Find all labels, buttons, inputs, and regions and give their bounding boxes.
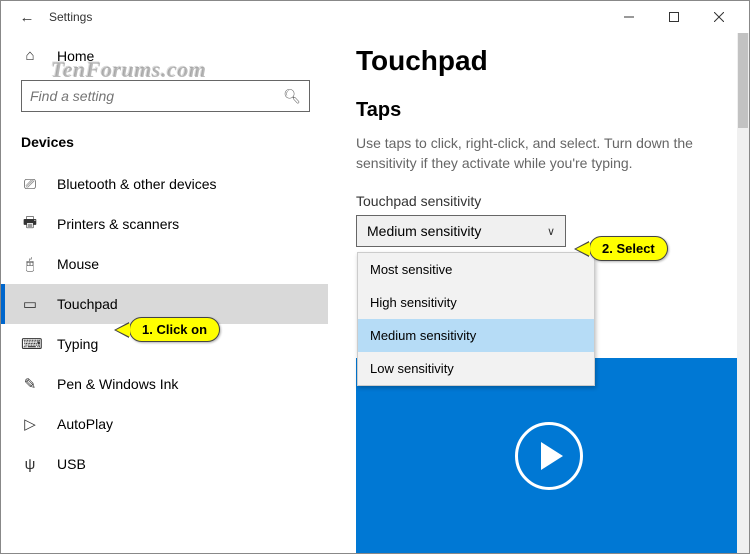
- sidebar-home[interactable]: ⌂ Home: [1, 39, 328, 72]
- close-button[interactable]: [696, 2, 741, 32]
- window-controls: [606, 2, 741, 32]
- callout-select: 2. Select: [589, 236, 668, 261]
- sidebar-item-label: Typing: [57, 336, 98, 352]
- bluetooth-icon: ⎚: [21, 176, 39, 193]
- back-button[interactable]: ←: [9, 9, 45, 26]
- touchpad-icon: ▭: [21, 295, 39, 313]
- sidebar-item-label: Mouse: [57, 256, 99, 272]
- page-title: Touchpad: [356, 45, 725, 77]
- video-thumbnail[interactable]: [356, 358, 741, 553]
- maximize-button[interactable]: [651, 2, 696, 32]
- sidebar-item-pen[interactable]: ✎ Pen & Windows Ink: [1, 364, 328, 404]
- scrollbar-thumb[interactable]: [738, 33, 748, 128]
- mouse-icon: 🖰︎: [21, 256, 39, 273]
- section-title-taps: Taps: [356, 99, 725, 122]
- sidebar-item-bluetooth[interactable]: ⎚ Bluetooth & other devices: [1, 164, 328, 204]
- sidebar-item-usb[interactable]: ψ USB: [1, 444, 328, 484]
- window-title: Settings: [49, 10, 92, 24]
- sidebar-item-label: Printers & scanners: [57, 216, 179, 232]
- sidebar-item-label: Pen & Windows Ink: [57, 376, 178, 392]
- sensitivity-dropdown[interactable]: Medium sensitivity ∨ Most sensitive High…: [356, 215, 566, 247]
- option-medium-sensitivity[interactable]: Medium sensitivity: [358, 319, 594, 352]
- sidebar-item-printers[interactable]: 🖶︎ Printers & scanners: [1, 204, 328, 244]
- home-icon: ⌂: [21, 47, 39, 64]
- play-icon: [541, 442, 563, 470]
- titlebar: ← Settings: [1, 1, 749, 33]
- callout-click-on: 1. Click on: [129, 317, 220, 342]
- sensitivity-label: Touchpad sensitivity: [356, 193, 725, 209]
- sidebar-item-mouse[interactable]: 🖰︎ Mouse: [1, 244, 328, 284]
- printer-icon: 🖶︎: [21, 212, 39, 237]
- sidebar-item-label: USB: [57, 456, 86, 472]
- option-high-sensitivity[interactable]: High sensitivity: [358, 286, 594, 319]
- sidebar-item-label: AutoPlay: [57, 416, 113, 432]
- pen-icon: ✎: [21, 375, 39, 393]
- keyboard-icon: ⌨︎: [21, 335, 39, 353]
- sidebar-item-label: Bluetooth & other devices: [57, 176, 217, 192]
- sidebar-item-autoplay[interactable]: ▷ AutoPlay: [1, 404, 328, 444]
- section-desc: Use taps to click, right-click, and sele…: [356, 134, 725, 173]
- usb-icon: ψ: [21, 456, 39, 473]
- search-box[interactable]: 🔍︎: [21, 80, 310, 112]
- option-most-sensitive[interactable]: Most sensitive: [358, 253, 594, 286]
- main-panel: Touchpad Taps Use taps to click, right-c…: [328, 33, 749, 553]
- option-low-sensitivity[interactable]: Low sensitivity: [358, 352, 594, 385]
- chevron-down-icon: ∨: [547, 225, 555, 238]
- minimize-button[interactable]: [606, 2, 651, 32]
- sidebar-item-label: Touchpad: [57, 296, 118, 312]
- scrollbar[interactable]: [737, 33, 749, 553]
- search-icon: 🔍︎: [283, 88, 301, 105]
- sidebar: ⌂ Home 🔍︎ Devices ⎚ Bluetooth & other de…: [1, 33, 328, 553]
- search-input[interactable]: [30, 88, 283, 104]
- sensitivity-dropdown-list: Most sensitive High sensitivity Medium s…: [357, 252, 595, 386]
- play-button[interactable]: [515, 422, 583, 490]
- dropdown-value: Medium sensitivity: [367, 223, 481, 239]
- category-header: Devices: [1, 124, 328, 164]
- home-label: Home: [57, 48, 94, 64]
- autoplay-icon: ▷: [21, 415, 39, 433]
